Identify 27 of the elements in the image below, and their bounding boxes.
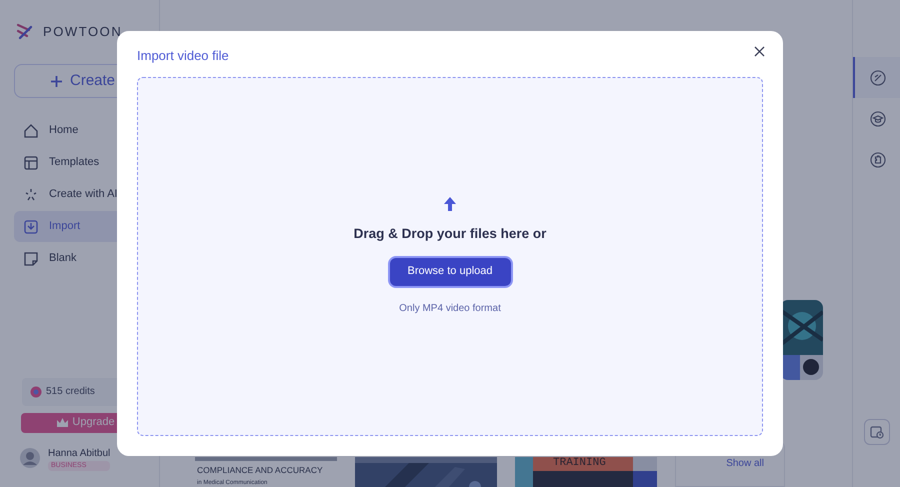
drop-zone[interactable]: Drag & Drop your files here or Browse to upload Only MP4 video format	[137, 77, 763, 436]
coin-icon	[30, 386, 42, 398]
thumbnail-title: TRAINING	[553, 458, 606, 469]
avatar-icon	[20, 448, 40, 468]
calendar-icon	[870, 425, 884, 439]
logo-text: POWTOON	[43, 23, 122, 42]
upload-arrow-icon	[444, 197, 456, 212]
puzzle-icon	[870, 152, 886, 168]
show-all-link[interactable]: Show all	[726, 456, 764, 471]
rail-tab[interactable]	[853, 57, 900, 98]
dialog-title: Import video file	[137, 47, 229, 66]
calendar-button[interactable]	[864, 419, 890, 445]
sparkle-icon	[23, 186, 39, 202]
plus-icon	[51, 76, 62, 86]
home-icon	[23, 122, 39, 138]
credits-count: 515 credits	[46, 385, 95, 399]
layout-icon	[23, 154, 39, 170]
import-icon	[23, 218, 39, 234]
thumbnail-title: COMPLIANCE AND ACCURACY	[197, 464, 324, 477]
crown-icon	[57, 418, 68, 427]
drop-prompt: Drag & Drop your files here or	[354, 225, 546, 244]
format-hint: Only MP4 video format	[399, 302, 501, 316]
note-icon	[23, 250, 39, 266]
graduation-cap-icon	[870, 110, 886, 126]
logo-icon	[15, 22, 35, 42]
user-name: Hanna Abitbul	[48, 446, 110, 460]
browse-button[interactable]: Browse to upload	[390, 258, 510, 286]
